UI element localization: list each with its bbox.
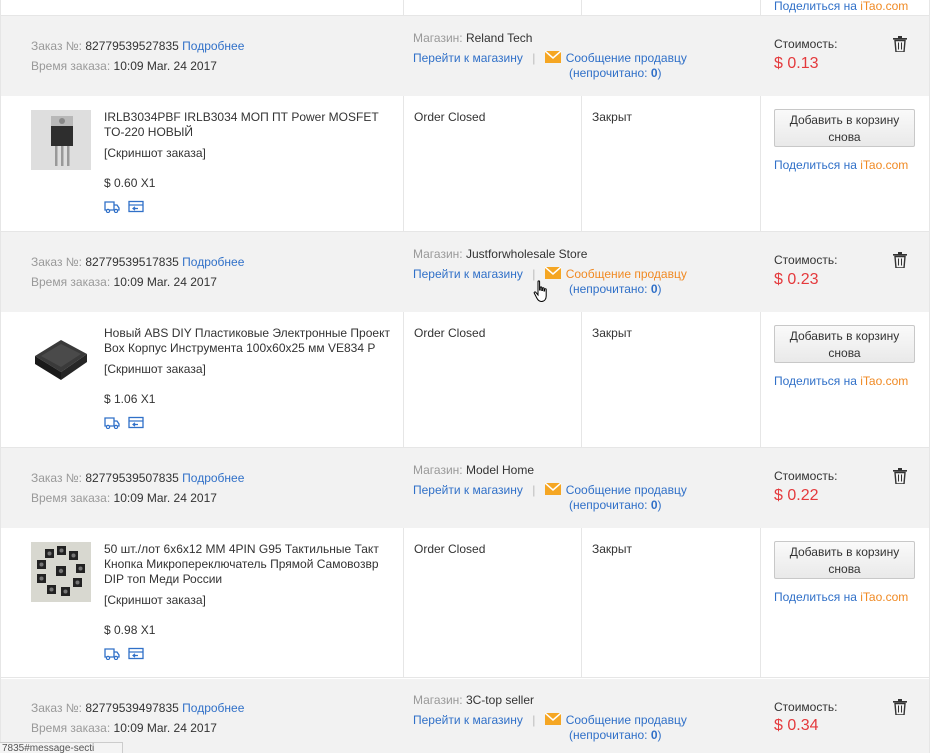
product-price: $ 0.60 X1 bbox=[104, 176, 156, 190]
tact-buttons-image[interactable] bbox=[31, 542, 91, 602]
store-name: Магазин: Reland Tech bbox=[413, 31, 533, 45]
product-price: $ 0.98 X1 bbox=[104, 623, 156, 637]
unread-count: (непрочитано: 0) bbox=[569, 498, 662, 512]
order-item: 50 шт./лот 6x6x12 ММ 4PIN G95 Тактильные… bbox=[0, 528, 930, 678]
cost-label: Стоимость: bbox=[774, 469, 838, 483]
envelope-icon bbox=[544, 267, 561, 279]
order-status: Order Closed bbox=[414, 110, 486, 124]
order-screenshot-link[interactable]: [Скриншот заказа] bbox=[104, 146, 206, 160]
browser-status-url: 7835#message-secti bbox=[0, 742, 123, 753]
share-itao-link[interactable]: Поделиться на iTao.com bbox=[774, 374, 908, 388]
add-to-cart-again-button[interactable]: Добавить в корзину снова bbox=[774, 325, 915, 363]
order-header: Заказ №: 82779539507835 Подробнее Время … bbox=[0, 448, 930, 528]
order-number: Заказ №: 82779539507835 Подробнее bbox=[31, 471, 245, 485]
trash-icon[interactable] bbox=[893, 252, 907, 268]
delivery-truck-icon[interactable] bbox=[104, 200, 120, 213]
message-seller-link[interactable]: Сообщение продавцу bbox=[544, 51, 687, 65]
order-header: Заказ №: 82779539517835 Подробнее Время … bbox=[0, 232, 930, 312]
cost-value: $ 0.34 bbox=[774, 717, 819, 734]
product-title-link[interactable]: 50 шт./лот 6x6x12 ММ 4PIN G95 Тактильные… bbox=[104, 542, 400, 587]
cost-value: $ 0.23 bbox=[774, 271, 819, 288]
order-status: Order Closed bbox=[414, 542, 486, 556]
message-seller-link[interactable]: Сообщение продавцу bbox=[544, 267, 687, 281]
goto-store-link[interactable]: Перейти к магазину bbox=[413, 51, 523, 65]
status-ru: Закрыт bbox=[592, 542, 632, 556]
order-number: Заказ №: 82779539527835 Подробнее bbox=[31, 39, 245, 53]
order-header: Заказ №: 82779539527835 Подробнее Время … bbox=[0, 16, 930, 96]
store-name: Магазин: 3C-top seller bbox=[413, 693, 534, 707]
goto-store-link[interactable]: Перейти к магазину bbox=[413, 267, 523, 281]
details-link[interactable]: Подробнее bbox=[182, 255, 244, 269]
delivery-truck-icon[interactable] bbox=[104, 416, 120, 429]
order-item: Новый ABS DIY Пластиковые Электронные Пр… bbox=[0, 312, 930, 448]
message-seller-link[interactable]: Сообщение продавцу bbox=[544, 483, 687, 497]
cost-label: Стоимость: bbox=[774, 700, 838, 714]
order-number: Заказ №: 82779539497835 Подробнее bbox=[31, 701, 245, 715]
store-name: Магазин: Justforwholesale Store bbox=[413, 247, 588, 261]
add-to-cart-again-button[interactable]: Добавить в корзину снова bbox=[774, 541, 915, 579]
return-box-icon[interactable] bbox=[128, 416, 144, 429]
details-link[interactable]: Подробнее bbox=[182, 701, 244, 715]
envelope-icon bbox=[544, 51, 561, 63]
order-screenshot-link[interactable]: [Скриншот заказа] bbox=[104, 362, 206, 376]
order-number: Заказ №: 82779539517835 Подробнее bbox=[31, 255, 245, 269]
goto-store-link[interactable]: Перейти к магазину bbox=[413, 483, 523, 497]
store-actions: Перейти к магазину | Сообщение продавцу bbox=[413, 51, 687, 65]
trash-icon[interactable] bbox=[893, 468, 907, 484]
store-name: Магазин: Model Home bbox=[413, 463, 534, 477]
envelope-icon bbox=[544, 713, 561, 725]
store-actions: Перейти к магазину | Сообщение продавцу bbox=[413, 713, 687, 727]
add-to-cart-again-button[interactable]: Добавить в корзину снова bbox=[774, 109, 915, 147]
goto-store-link[interactable]: Перейти к магазину bbox=[413, 713, 523, 727]
delivery-truck-icon[interactable] bbox=[104, 647, 120, 660]
share-itao-link[interactable]: Поделиться на iTao.com bbox=[774, 0, 908, 13]
envelope-icon bbox=[544, 483, 561, 495]
order-time: Время заказа: 10:09 Mar. 24 2017 bbox=[31, 491, 217, 505]
status-ru: Закрыт bbox=[592, 110, 632, 124]
black-plastic-box-image[interactable] bbox=[31, 326, 91, 386]
order-item: IRLB3034PBF IRLB3034 МОП ПТ Power MOSFET… bbox=[0, 96, 930, 232]
cost-value: $ 0.13 bbox=[774, 55, 819, 72]
cost-value: $ 0.22 bbox=[774, 487, 819, 504]
share-itao-link[interactable]: Поделиться на iTao.com bbox=[774, 158, 908, 172]
product-title-link[interactable]: IRLB3034PBF IRLB3034 МОП ПТ Power MOSFET… bbox=[104, 110, 400, 140]
trash-icon[interactable] bbox=[893, 36, 907, 52]
order-screenshot-link[interactable]: [Скриншот заказа] bbox=[104, 593, 206, 607]
order-time: Время заказа: 10:09 Mar. 24 2017 bbox=[31, 59, 217, 73]
return-box-icon[interactable] bbox=[128, 647, 144, 660]
message-seller-link[interactable]: Сообщение продавцу bbox=[544, 713, 687, 727]
unread-count: (непрочитано: 0) bbox=[569, 66, 662, 80]
order-status: Order Closed bbox=[414, 326, 486, 340]
details-link[interactable]: Подробнее bbox=[182, 39, 244, 53]
store-actions: Перейти к магазину | Сообщение продавцу bbox=[413, 267, 687, 281]
unread-count: (непрочитано: 0) bbox=[569, 282, 662, 296]
product-price: $ 1.06 X1 bbox=[104, 392, 156, 406]
order-header: Заказ №: 82779539497835 Подробнее Время … bbox=[0, 679, 930, 753]
cost-label: Стоимость: bbox=[774, 253, 838, 267]
trash-icon[interactable] bbox=[893, 699, 907, 715]
unread-count: (непрочитано: 0) bbox=[569, 728, 662, 742]
share-itao-link[interactable]: Поделиться на iTao.com bbox=[774, 590, 908, 604]
order-time: Время заказа: 10:09 Mar. 24 2017 bbox=[31, 721, 217, 735]
details-link[interactable]: Подробнее bbox=[182, 471, 244, 485]
order-row-partial: Поделиться на iTao.com bbox=[0, 0, 930, 16]
mosfet-transistor-image[interactable] bbox=[31, 110, 91, 170]
return-box-icon[interactable] bbox=[128, 200, 144, 213]
order-time: Время заказа: 10:09 Mar. 24 2017 bbox=[31, 275, 217, 289]
status-ru: Закрыт bbox=[592, 326, 632, 340]
product-title-link[interactable]: Новый ABS DIY Пластиковые Электронные Пр… bbox=[104, 326, 400, 356]
cost-label: Стоимость: bbox=[774, 37, 838, 51]
store-actions: Перейти к магазину | Сообщение продавцу bbox=[413, 483, 687, 497]
hand-cursor-icon bbox=[533, 280, 547, 303]
